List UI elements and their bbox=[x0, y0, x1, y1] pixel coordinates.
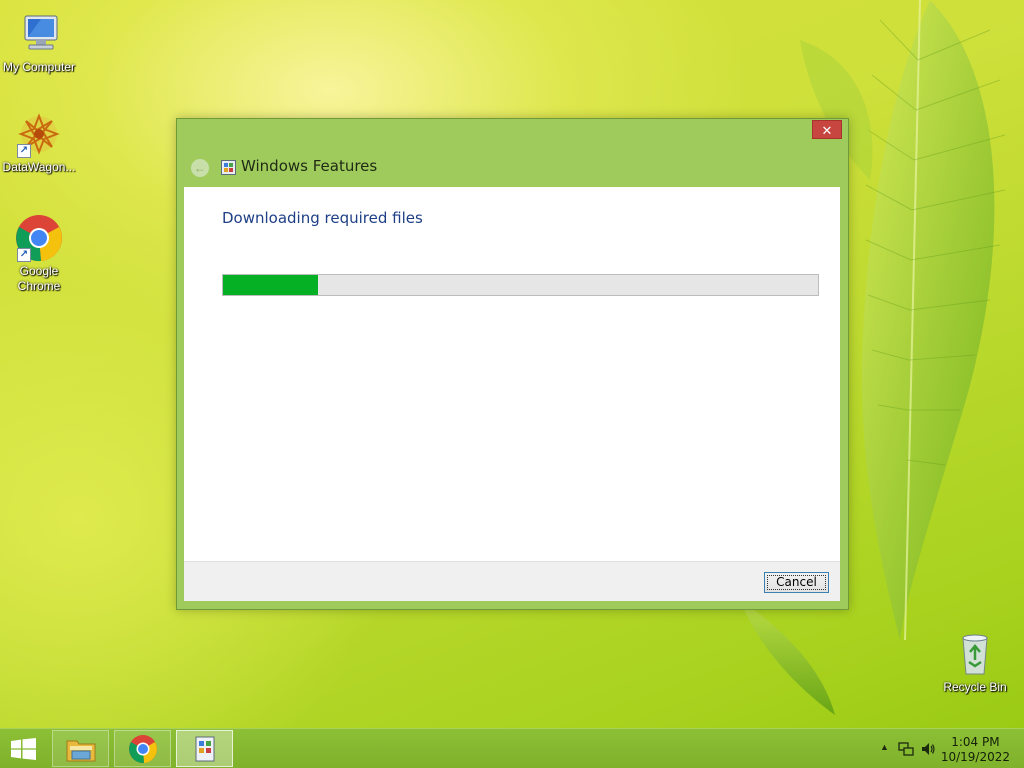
system-tray: ▲ 1:04 PM 10/19/2022 bbox=[864, 729, 1024, 768]
datawagon-icon: ↗ bbox=[15, 110, 63, 158]
desktop-icon-google-chrome[interactable]: ↗ Google Chrome bbox=[0, 214, 78, 294]
download-progress-bar bbox=[222, 274, 819, 296]
windows-logo-icon bbox=[11, 738, 36, 760]
dialog-title: Windows Features bbox=[241, 157, 378, 175]
desktop-icon-recycle-bin[interactable]: Recycle Bin bbox=[936, 630, 1014, 695]
clock-date: 10/19/2022 bbox=[940, 750, 1010, 764]
network-icon[interactable] bbox=[898, 741, 914, 757]
dialog-footer: Cancel bbox=[184, 561, 840, 601]
volume-icon[interactable] bbox=[920, 741, 936, 757]
show-hidden-icons-button[interactable]: ▲ bbox=[880, 742, 889, 752]
desktop-icon-label: Recycle Bin bbox=[943, 680, 1007, 694]
progress-bar-fill bbox=[223, 275, 319, 295]
clock-time: 1:04 PM bbox=[951, 735, 1000, 749]
status-text: Downloading required files bbox=[222, 209, 423, 227]
windows-features-dialog: ✕ ← Windows Features Downloading require… bbox=[176, 118, 849, 610]
taskbar-windows-features[interactable] bbox=[176, 730, 233, 767]
back-arrow-icon[interactable]: ← bbox=[191, 159, 209, 177]
folder-icon bbox=[66, 740, 96, 762]
windows-features-icon bbox=[221, 160, 236, 175]
chrome-icon: ↗ bbox=[15, 214, 63, 262]
dialog-content: Downloading required files bbox=[184, 187, 840, 561]
close-button[interactable]: ✕ bbox=[812, 120, 842, 139]
desktop-icon-my-computer[interactable]: My Computer bbox=[0, 10, 78, 75]
desktop: My Computer ↗ DataWagon... ↗ Google Chro… bbox=[0, 0, 1024, 728]
start-button[interactable] bbox=[10, 738, 38, 760]
desktop-icon-label: My Computer bbox=[2, 60, 76, 74]
desktop-icon-datawagon[interactable]: ↗ DataWagon... bbox=[0, 110, 78, 175]
chrome-icon bbox=[129, 735, 157, 764]
shortcut-arrow-icon: ↗ bbox=[17, 144, 31, 158]
taskbar-file-explorer[interactable] bbox=[52, 730, 109, 767]
desktop-icon-label: Google Chrome bbox=[17, 264, 61, 293]
recycle-bin-icon bbox=[951, 630, 999, 678]
shortcut-arrow-icon: ↗ bbox=[17, 248, 31, 262]
computer-icon bbox=[15, 10, 63, 58]
taskbar: ▲ 1:04 PM 10/19/2022 bbox=[0, 728, 1024, 768]
windows-features-icon bbox=[195, 736, 215, 762]
cancel-button[interactable]: Cancel bbox=[764, 572, 829, 593]
desktop-icon-label: DataWagon... bbox=[2, 160, 76, 174]
taskbar-clock[interactable]: 1:04 PM 10/19/2022 bbox=[941, 735, 1010, 765]
taskbar-google-chrome[interactable] bbox=[114, 730, 171, 767]
